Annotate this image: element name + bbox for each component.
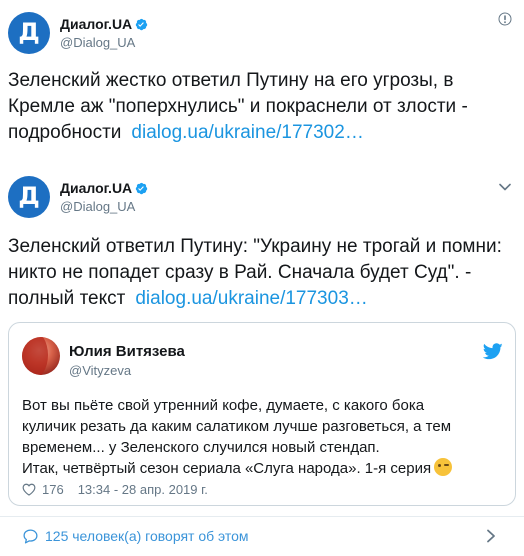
tweet-text: Зеленский ответил Путину: "Украину не тр… [8,234,516,312]
author-name[interactable]: Диалог.UA [60,180,132,196]
tweet-embed-card: Д Диалог.UA @Dialog_UA Зеленский жестко … [0,0,524,556]
quoted-line-with-emoji: Итак, четвёртый сезон сериала «Слуга нар… [22,458,502,479]
author-name[interactable]: Диалог.UA [60,16,132,32]
twitter-bird-icon[interactable] [483,343,503,360]
tweet-text: Зеленский жестко ответил Путину на его у… [8,68,516,146]
author-handle[interactable]: @Dialog_UA [60,34,148,51]
author-name-row: Диалог.UA [60,16,148,32]
quoted-text: Вот вы пьёте свой утренний кофе, думаете… [22,395,502,479]
quoted-author-handle[interactable]: @Vityzeva [69,362,185,379]
quoted-author[interactable]: Юлия Витязева @Vityzeva [69,343,185,379]
avatar[interactable] [22,337,60,375]
quoted-author-name[interactable]: Юлия Витязева [69,343,185,361]
tweet-link[interactable]: dialog.ua/ukraine/177302… [131,122,363,143]
tweet-retweet: Д Диалог.UA @Dialog_UA Зеленский ответил… [0,172,524,322]
author-name-row: Диалог.UA [60,180,148,196]
verified-icon [135,18,148,30]
timestamp[interactable]: 13:34 - 28 апр. 2019 г. [78,481,208,498]
avatar[interactable]: Д [8,12,50,54]
comment-icon [23,528,38,544]
wink-emoji-icon [434,458,453,476]
heart-icon[interactable] [22,483,36,496]
quoted-line: Вот вы пьёте свой утренний кофе, думаете… [22,397,425,414]
caret-down-icon[interactable] [498,180,512,194]
avatar-letter: Д [18,18,40,46]
conversation-footer[interactable]: 125 человек(а) говорят об этом [8,518,516,554]
like-count[interactable]: 176 [42,481,64,498]
quoted-line: временем... у Зеленского случился новый … [22,439,380,456]
verified-icon [135,182,148,194]
quoted-tweet[interactable]: Юлия Витязева @Vityzeva Вот вы пьёте сво… [8,322,516,506]
tweet-main: Д Диалог.UA @Dialog_UA Зеленский жестко … [0,0,524,170]
avatar-letter: Д [18,182,40,210]
tweet-author[interactable]: Диалог.UA @Dialog_UA [60,16,148,51]
quoted-line: Итак, четвёртый сезон сериала «Слуга нар… [22,460,432,477]
author-handle[interactable]: @Dialog_UA [60,198,148,215]
chevron-right-icon[interactable] [486,529,496,543]
tweet-link[interactable]: dialog.ua/ukraine/177303… [135,288,367,309]
people-talking-count[interactable]: 125 человек(а) говорят об этом [45,528,249,544]
avatar[interactable]: Д [8,176,50,218]
quoted-meta: 176 13:34 - 28 апр. 2019 г. [22,481,208,498]
divider [0,516,524,517]
caret-down-icon[interactable] [498,12,512,26]
quoted-line: куличик резать да каким салатиком лучше … [22,418,452,435]
tweet-author[interactable]: Диалог.UA @Dialog_UA [60,180,148,215]
